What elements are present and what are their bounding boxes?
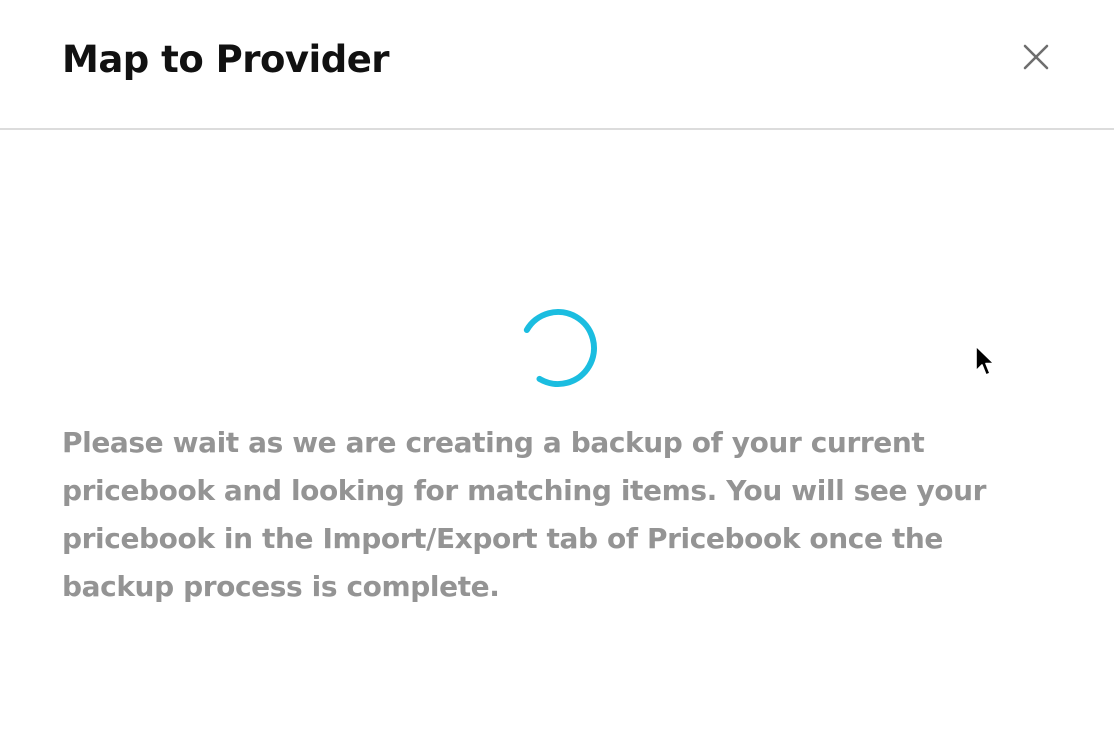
- map-to-provider-dialog: Map to Provider Please wait as we are cr…: [0, 0, 1114, 744]
- close-button[interactable]: [1014, 36, 1058, 80]
- dialog-title: Map to Provider: [62, 38, 390, 81]
- mouse-pointer: [974, 345, 996, 379]
- backup-status-message: Please wait as we are creating a backup …: [62, 426, 987, 603]
- loading-spinner: [517, 307, 599, 389]
- cursor-arrow-icon: [975, 345, 995, 376]
- loading-spinner-icon: [519, 309, 597, 387]
- close-icon: [1023, 44, 1049, 70]
- dialog-header: Map to Provider: [0, 0, 1114, 130]
